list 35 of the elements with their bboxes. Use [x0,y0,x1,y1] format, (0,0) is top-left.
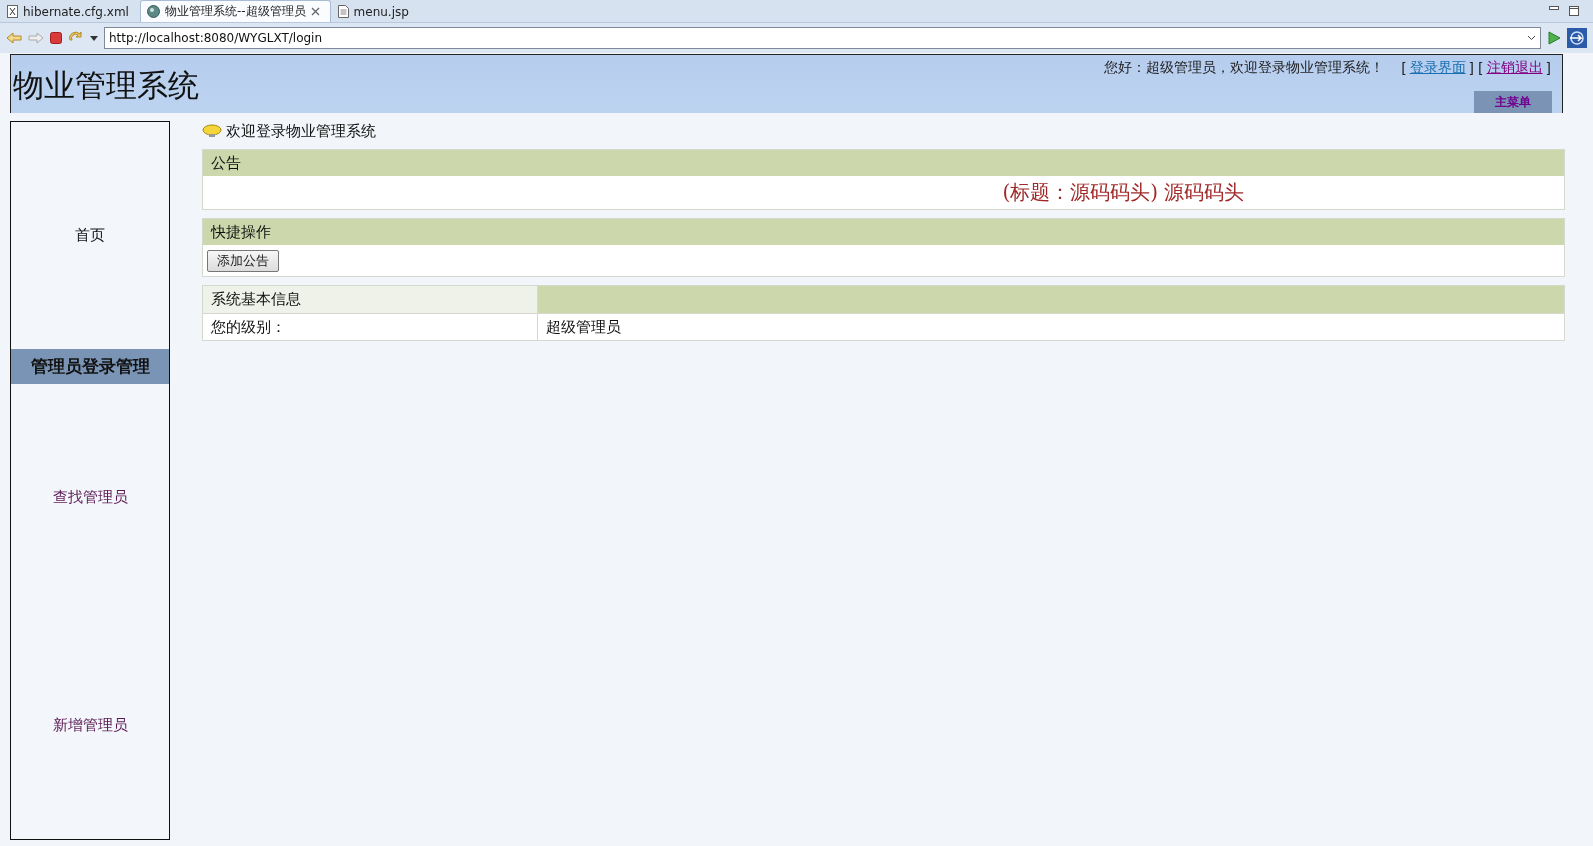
bracket-text: ] [1545,60,1551,76]
stop-icon[interactable] [50,32,62,44]
close-icon[interactable] [310,7,320,16]
greeting-text: 您好：超级管理员，欢迎登录物业管理系统！ [1104,59,1385,77]
maximize-icon[interactable] [1569,6,1579,16]
panel-heading: 公告 [203,150,1564,176]
notice-text[interactable]: (标题：源码码头) 源码码头 [1002,179,1245,206]
file-icon [337,5,349,18]
table-cell: 超级管理员 [538,313,1564,340]
sidebar-heading: 管理员登录管理 [11,349,169,385]
chevron-down-icon[interactable] [1527,35,1536,41]
panel-heading: 快捷操作 [203,219,1564,245]
editor-tab[interactable]: menu.jsp [330,0,420,22]
sidebar-link[interactable]: 查找管理员 [11,384,169,612]
bracket-text: [ [1401,60,1407,76]
editor-tab[interactable]: 物业管理系统--超级管理员 [139,0,331,22]
welcome-text: 欢迎登录物业管理系统 [226,121,376,141]
bracket-text: ] [1468,60,1475,76]
exit-arrow-icon[interactable] [1567,28,1587,48]
add-notice-button[interactable]: 添加公告 [207,249,279,272]
site-title: 物业管理系统 [12,66,199,105]
table-header-cell: 系统基本信息 [203,286,538,313]
editor-tab[interactable]: hibernate.cfg.xml [0,0,140,22]
sidebar-link[interactable]: 新增管理员 [11,611,169,839]
header-link[interactable]: 注销退出 [1486,59,1543,77]
sidebar-link[interactable]: 首页 [11,122,169,350]
table-cell: 您的级别： [203,313,538,340]
minimize-icon[interactable] [1549,6,1559,12]
lightbulb-icon [202,124,222,138]
play-icon[interactable] [1547,31,1561,45]
xml-file-icon [7,5,18,18]
url-field[interactable]: http://localhost:8080/WYGLXT/login [104,27,1541,49]
bracket-text: [ [1478,60,1484,76]
dropdown-caret-icon[interactable] [90,35,98,41]
globe-icon [146,5,160,18]
